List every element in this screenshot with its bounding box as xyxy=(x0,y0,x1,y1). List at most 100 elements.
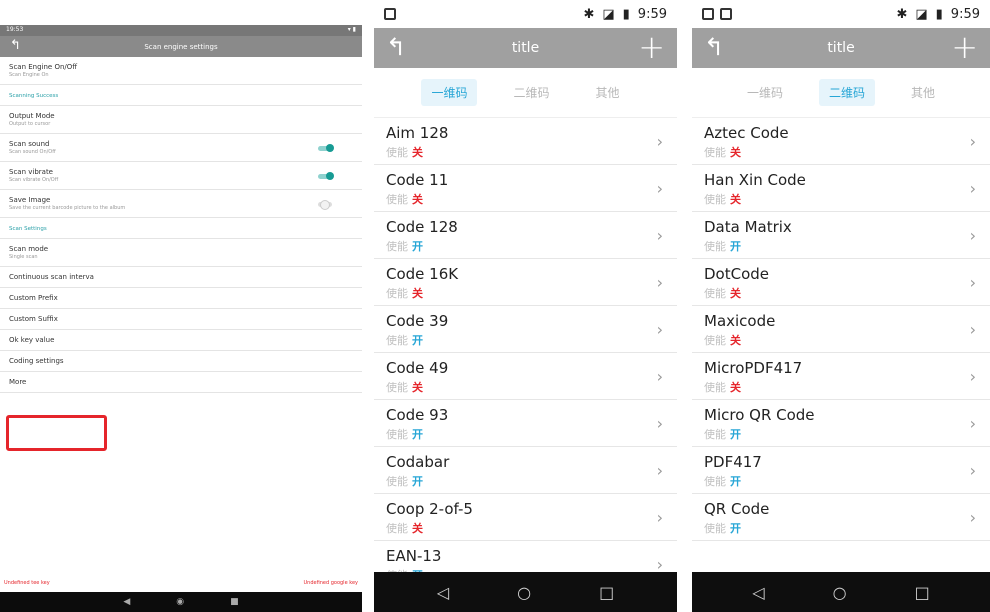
tab-1[interactable]: 二维码 xyxy=(503,79,559,106)
settings-item[interactable]: More xyxy=(0,372,362,393)
status-label: 使能 xyxy=(704,381,726,394)
code-status: 使能关 xyxy=(386,285,665,301)
tab-1[interactable]: 二维码 xyxy=(818,79,875,106)
footer-links: Undefined tee key Undefined google key xyxy=(0,580,362,590)
back-arrow-icon[interactable]: ↰ xyxy=(704,34,724,60)
code-list-item[interactable]: Code 16K 使能关 › xyxy=(374,259,677,306)
code-list-item[interactable]: MicroPDF417 使能关 › xyxy=(692,353,990,400)
nav-bar: ◀ ◉ ■ xyxy=(0,592,362,612)
settings-item-title: Scan Engine On/Off xyxy=(9,63,78,71)
nav-home-icon[interactable]: ○ xyxy=(517,583,531,602)
app-bar: ↰ Scan engine settings xyxy=(0,36,362,57)
code-name: DotCode xyxy=(704,265,770,283)
status-label: 使能 xyxy=(704,334,726,347)
code-list: Aztec Code 使能关 › Han Xin Code 使能关 › Data Matri… xyxy=(692,118,990,541)
status-bar: ✱ ◪ ▮ 9:59 xyxy=(692,0,990,28)
nav-back-icon[interactable]: ◁ xyxy=(752,583,764,602)
footer-left-link[interactable]: Undefined tee key xyxy=(4,580,50,590)
nav-recents-icon[interactable]: □ xyxy=(915,583,930,602)
settings-item-title: Coding settings xyxy=(9,357,64,365)
toggle-switch[interactable] xyxy=(318,171,334,180)
tab-2[interactable]: 其他 xyxy=(901,79,945,106)
nav-home-icon[interactable]: ◉ xyxy=(176,597,184,607)
toggle-switch[interactable] xyxy=(318,143,334,152)
code-list-item[interactable]: Han Xin Code 使能关 › xyxy=(692,165,990,212)
status-value: 开 xyxy=(730,240,741,253)
code-list-item[interactable]: Codabar 使能开 › xyxy=(374,447,677,494)
settings-item[interactable]: Scan vibrate Scan vibrate On/Off xyxy=(0,162,362,190)
chevron-right-icon: › xyxy=(656,367,663,386)
settings-item[interactable]: Custom Prefix xyxy=(0,288,362,309)
back-arrow-icon[interactable]: ↰ xyxy=(10,39,21,53)
battery-icon: ▮ xyxy=(622,6,630,22)
status-label: 使能 xyxy=(704,146,726,159)
status-value: 关 xyxy=(730,193,741,206)
code-list-item[interactable]: PDF417 使能开 › xyxy=(692,447,990,494)
code-list-item[interactable]: Aim 128 使能关 › xyxy=(374,118,677,165)
code-name: MicroPDF417 xyxy=(704,359,803,377)
code-list-item[interactable]: Aztec Code 使能关 › xyxy=(692,118,990,165)
plus-icon[interactable]: + xyxy=(638,30,665,64)
code-status: 使能开 xyxy=(704,473,978,489)
settings-item[interactable]: Output Mode Output to cursor xyxy=(0,106,362,134)
settings-item[interactable]: Ok key value xyxy=(0,330,362,351)
chevron-right-icon: › xyxy=(969,320,976,339)
code-list-item[interactable]: Code 49 使能关 › xyxy=(374,353,677,400)
status-label: 使能 xyxy=(386,193,408,206)
code-status: 使能关 xyxy=(386,191,665,207)
app-bar: ↰ title + xyxy=(692,28,990,68)
code-list-item[interactable]: Coop 2-of-5 使能关 › xyxy=(374,494,677,541)
nav-recents-icon[interactable]: ■ xyxy=(230,597,239,607)
settings-item[interactable]: Scan Engine On/Off Scan Engine On xyxy=(0,57,362,85)
nav-recents-icon[interactable]: □ xyxy=(599,583,614,602)
tab-0[interactable]: 一维码 xyxy=(421,79,478,106)
code-list-item[interactable]: DotCode 使能关 › xyxy=(692,259,990,306)
status-label: 使能 xyxy=(704,522,726,535)
code-status: 使能开 xyxy=(386,473,665,489)
code-list-item[interactable]: Code 128 使能开 › xyxy=(374,212,677,259)
page-title: title xyxy=(511,40,540,56)
status-value: 开 xyxy=(730,522,741,535)
tab-2[interactable]: 其他 xyxy=(586,79,630,106)
chevron-right-icon: › xyxy=(969,414,976,433)
toggle-switch[interactable] xyxy=(318,199,332,210)
nav-home-icon[interactable]: ○ xyxy=(833,583,847,602)
settings-item[interactable]: Continuous scan interva xyxy=(0,267,362,288)
status-label: 使能 xyxy=(704,475,726,488)
code-status: 使能开 xyxy=(386,332,665,348)
settings-item[interactable]: Scan mode Single scan xyxy=(0,239,362,267)
code-name: Code 93 xyxy=(386,406,449,424)
tab-0[interactable]: 一维码 xyxy=(737,79,793,106)
code-name: Micro QR Code xyxy=(704,406,815,424)
status-value: 开 xyxy=(412,475,423,488)
nav-back-icon[interactable]: ◁ xyxy=(437,583,449,602)
settings-item[interactable]: Custom Suffix xyxy=(0,309,362,330)
code-name: PDF417 xyxy=(704,453,762,471)
chevron-right-icon: › xyxy=(969,179,976,198)
settings-item[interactable]: Coding settings xyxy=(0,351,362,372)
status-label: 使能 xyxy=(386,475,408,488)
code-status: 使能关 xyxy=(704,191,978,207)
code-list-item[interactable]: Data Matrix 使能开 › xyxy=(692,212,990,259)
status-label: 使能 xyxy=(386,428,408,441)
plus-icon[interactable]: + xyxy=(951,30,978,64)
back-arrow-icon[interactable]: ↰ xyxy=(386,34,406,60)
code-list-item[interactable]: Micro QR Code 使能开 › xyxy=(692,400,990,447)
footer-right-link[interactable]: Undefined google key xyxy=(303,580,358,590)
nav-back-icon[interactable]: ◀ xyxy=(123,597,130,607)
code-name: Maxicode xyxy=(704,312,776,330)
status-value: 关 xyxy=(412,522,423,535)
settings-item-title: Scan vibrate xyxy=(9,168,53,176)
notification-icon xyxy=(384,8,396,20)
code-list-item[interactable]: Maxicode 使能关 › xyxy=(692,306,990,353)
settings-item[interactable]: Save Image Save the current barcode pictu… xyxy=(0,190,362,218)
chevron-right-icon: › xyxy=(969,226,976,245)
code-list-item[interactable]: QR Code 使能开 › xyxy=(692,494,990,541)
code-list-item[interactable]: Code 39 使能开 › xyxy=(374,306,677,353)
code-name: Code 16K xyxy=(386,265,459,283)
code-list-item[interactable]: Code 93 使能开 › xyxy=(374,400,677,447)
settings-item-title: Output Mode xyxy=(9,112,55,120)
settings-item[interactable]: Scan sound Scan sound On/Off xyxy=(0,134,362,162)
code-list-item[interactable]: Code 11 使能关 › xyxy=(374,165,677,212)
chevron-right-icon: › xyxy=(656,414,663,433)
